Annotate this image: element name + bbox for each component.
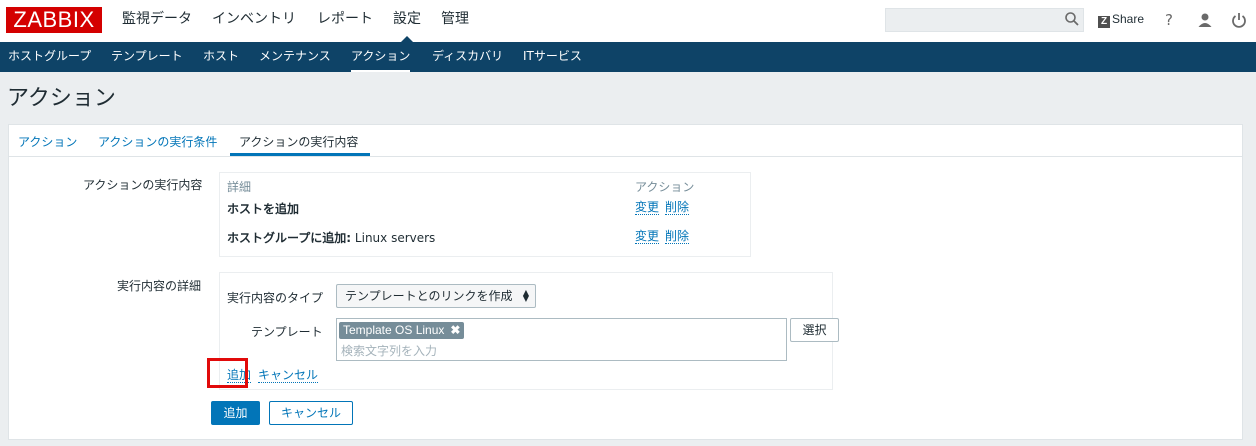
share-label: Share: [1112, 12, 1145, 26]
share-button[interactable]: Z Share: [1098, 12, 1144, 28]
type-label: 実行内容のタイプ: [227, 291, 324, 305]
subnav-host-groups[interactable]: ホストグループ: [8, 42, 91, 72]
template-multiselect[interactable]: Template OS Linux ✖: [336, 318, 787, 361]
form-card: アクション アクションの実行条件 アクションの実行内容 アクションの実行内容 詳…: [8, 124, 1243, 440]
menu-monitoring[interactable]: 監視データ: [122, 0, 192, 42]
operation-details-box: 実行内容のタイプ テンプレートとのリンクを作成 ▲ ▼ テンプレート Templa…: [219, 272, 839, 390]
highlight-box: [207, 358, 248, 388]
template-chip: Template OS Linux ✖: [339, 322, 465, 339]
details-label: 実行内容の詳細: [117, 279, 202, 293]
remove-link[interactable]: 削除: [665, 200, 690, 215]
menu-inventory[interactable]: インベントリ: [212, 0, 296, 42]
menu-configuration[interactable]: 設定: [393, 0, 421, 42]
menu-administration[interactable]: 管理: [441, 0, 469, 42]
power-icon[interactable]: [1230, 11, 1248, 29]
col-action: アクション: [635, 180, 695, 194]
remove-link[interactable]: 削除: [665, 229, 690, 244]
op-desc-bold: ホストグループに追加:: [227, 231, 352, 245]
sub-navigation: ホストグループ テンプレート ホスト メンテナンス アクション ディスカバリ I…: [0, 42, 1256, 72]
tab-conditions[interactable]: アクションの実行条件: [98, 133, 217, 150]
user-icon[interactable]: [1196, 11, 1214, 29]
type-select-value: テンプレートとのリンクを作成: [345, 289, 513, 303]
chip-label: Template OS Linux: [343, 323, 445, 337]
tab-operations[interactable]: アクションの実行内容: [239, 133, 358, 150]
subnav-hosts[interactable]: ホスト: [203, 42, 239, 72]
cancel-link[interactable]: キャンセル: [258, 368, 319, 383]
subnav-maintenance[interactable]: メンテナンス: [259, 42, 331, 72]
subnav-it-services[interactable]: ITサービス: [523, 42, 582, 72]
tab-action[interactable]: アクション: [18, 133, 77, 150]
table-row: ホストグループに追加: Linux servers: [227, 229, 435, 246]
add-button[interactable]: 追加: [211, 401, 260, 425]
cancel-button[interactable]: キャンセル: [269, 401, 353, 425]
top-header: ZABBIX 監視データ インベントリ レポート 設定 管理 Z Share ?: [0, 0, 1256, 42]
edit-link[interactable]: 変更: [635, 200, 660, 215]
template-label: テンプレート: [251, 325, 323, 339]
edit-link[interactable]: 変更: [635, 229, 660, 244]
operations-label: アクションの実行内容: [83, 178, 203, 192]
operation-type-select[interactable]: テンプレートとのリンクを作成 ▲ ▼: [336, 284, 536, 308]
op-desc-value: Linux servers: [354, 231, 436, 245]
zabbix-logo[interactable]: ZABBIX: [6, 7, 102, 33]
share-z-icon: Z: [1098, 16, 1110, 28]
operations-table: 詳細 アクション ホストを追加 変更 削除 ホストグループに追加: Linux …: [219, 172, 751, 257]
subnav-actions[interactable]: アクション: [351, 42, 411, 72]
col-details: 詳細: [227, 180, 252, 194]
subnav-discovery[interactable]: ディスカバリ: [432, 42, 503, 72]
search-icon[interactable]: [1064, 11, 1080, 27]
menu-reports[interactable]: レポート: [317, 0, 373, 42]
search-input[interactable]: [885, 8, 1084, 32]
select-button[interactable]: 選択: [790, 318, 839, 342]
template-search-input[interactable]: [341, 343, 781, 359]
table-row: ホストを追加: [227, 200, 299, 217]
tab-divider: [9, 156, 1242, 157]
select-arrows-icon: ▲ ▼: [522, 288, 529, 303]
subnav-templates[interactable]: テンプレート: [111, 42, 183, 72]
help-icon[interactable]: ?: [1160, 11, 1178, 29]
chip-remove-icon[interactable]: ✖: [450, 323, 460, 337]
page-title: アクション: [7, 86, 116, 111]
op-desc-bold: ホストを追加: [227, 202, 300, 216]
